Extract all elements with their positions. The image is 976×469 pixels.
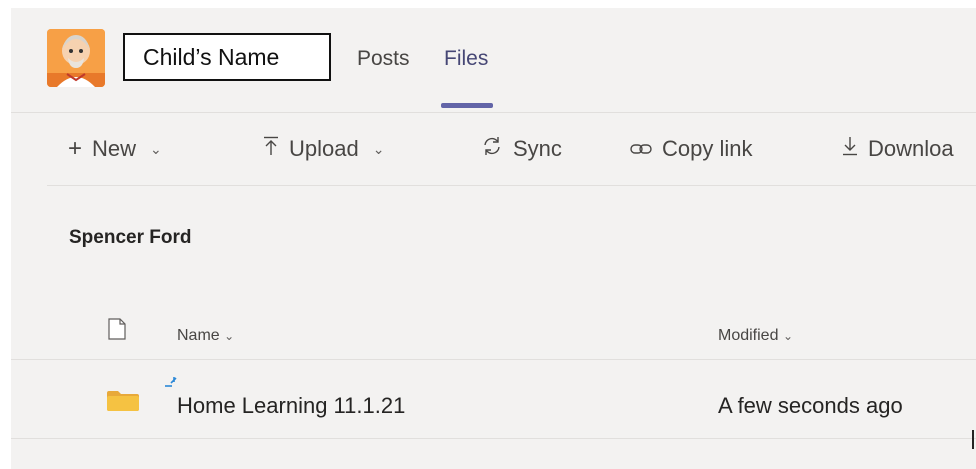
modified-time: A few seconds ago [718, 393, 903, 418]
toolbar-divider [47, 185, 976, 186]
chevron-down-icon: ⌄ [782, 329, 793, 343]
breadcrumb[interactable]: Spencer Ford [69, 227, 191, 249]
copy-link-button[interactable]: Copy link [630, 113, 752, 185]
file-name-link[interactable]: Home Learning 11.1.21 [177, 393, 405, 419]
tab-files[interactable]: Files [444, 47, 488, 71]
channel-header: Child’s Name Posts Files [11, 8, 976, 112]
upload-icon [263, 135, 279, 163]
column-header-modified-label: Modified [718, 327, 779, 344]
chevron-down-icon: ⌄ [372, 140, 385, 157]
sync-button-label: Sync [513, 136, 562, 161]
chevron-down-icon: ⌄ [150, 140, 162, 157]
teams-files-view: Child’s Name Posts Files + New ⌄ Upload … [11, 8, 976, 469]
active-tab-indicator [441, 103, 493, 108]
row-divider [11, 438, 976, 439]
folder-icon [107, 391, 139, 416]
file-list-header: Name ⌄ Modified ⌄ [11, 308, 976, 358]
upload-button-label: Upload [289, 136, 359, 161]
new-button[interactable]: + New ⌄ [68, 113, 162, 185]
text-cursor [972, 430, 974, 449]
link-icon [630, 135, 652, 163]
plus-icon: + [68, 135, 83, 162]
column-header-name-label: Name [177, 327, 220, 344]
download-button[interactable]: Downloa [842, 113, 954, 185]
file-type-icon [108, 318, 126, 345]
new-button-label: New [92, 136, 137, 161]
sync-icon [481, 135, 503, 163]
team-name-label: Child’s Name [123, 33, 331, 81]
team-avatar[interactable] [47, 29, 105, 87]
sync-button[interactable]: Sync [481, 113, 562, 185]
download-button-label: Downloa [868, 136, 954, 161]
team-avatar-image [47, 29, 105, 87]
column-header-modified[interactable]: Modified ⌄ [718, 327, 793, 345]
table-row[interactable]: Home Learning 11.1.21 A few seconds ago [11, 360, 976, 438]
column-header-name[interactable]: Name ⌄ [177, 327, 234, 345]
upload-button[interactable]: Upload ⌄ [263, 113, 384, 185]
chevron-down-icon: ⌄ [224, 329, 235, 343]
copy-link-button-label: Copy link [662, 136, 753, 161]
tab-posts[interactable]: Posts [357, 47, 410, 71]
command-bar: + New ⌄ Upload ⌄ Sync Copy link Downloa [11, 113, 976, 185]
team-name-text: Child’s Name [143, 43, 280, 70]
download-icon [842, 135, 858, 163]
